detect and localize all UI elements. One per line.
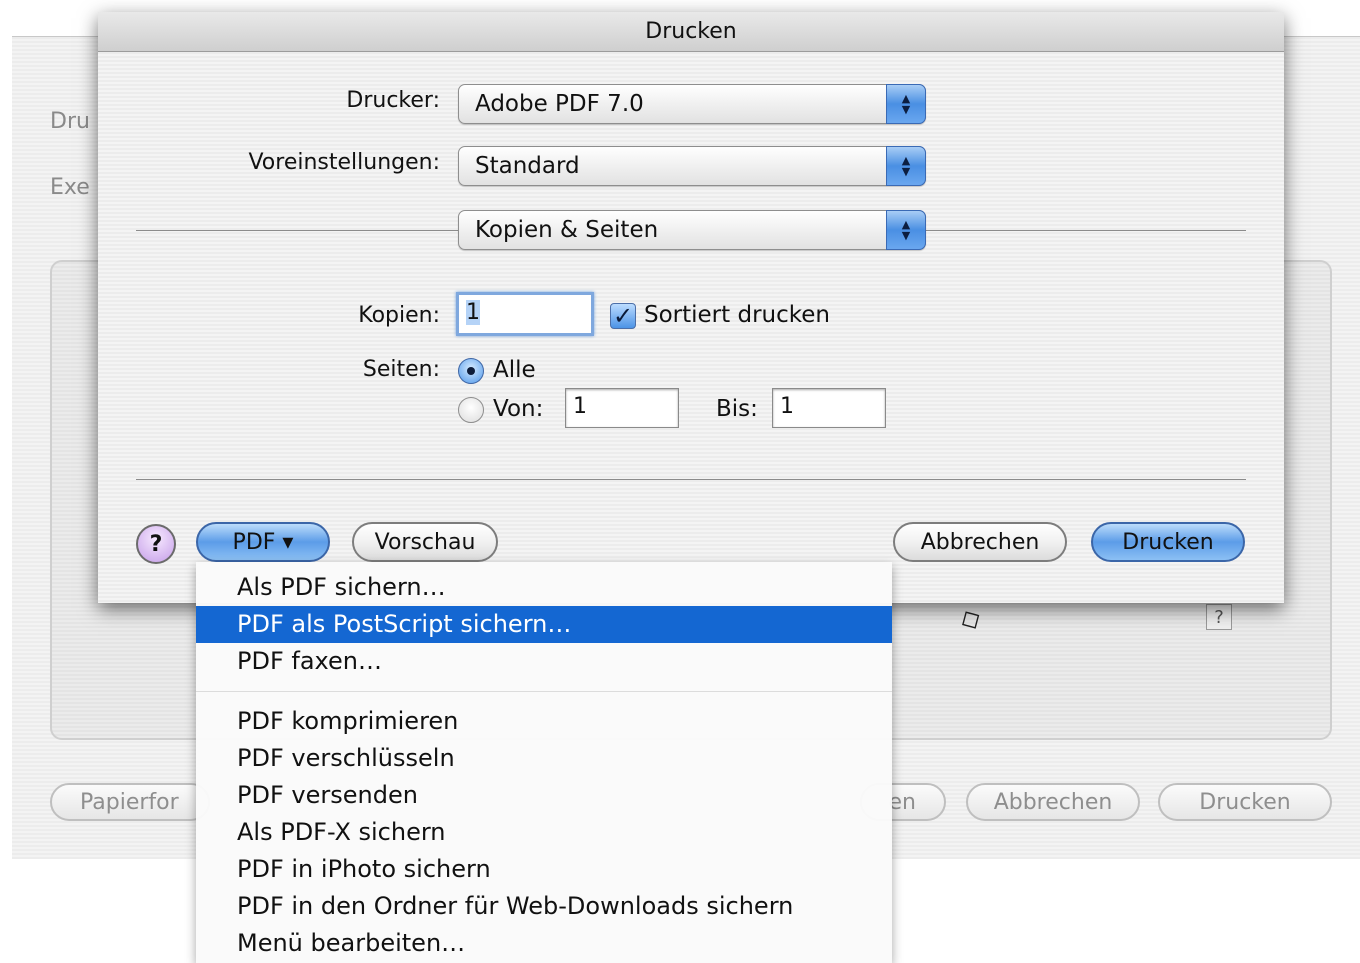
pane-popup-value: Kopien & Seiten xyxy=(475,217,659,243)
pages-to-field[interactable]: 1 xyxy=(772,388,886,428)
copies-label: Kopien: xyxy=(358,303,440,328)
pdf-dropdown-menu: Als PDF sichern… PDF als PostScript sich… xyxy=(196,562,892,963)
collate-checkbox[interactable]: ✓ xyxy=(610,302,636,330)
pages-to-label: Bis: xyxy=(716,396,758,422)
menu-item-encrypt-pdf[interactable]: PDF verschlüsseln xyxy=(196,740,892,777)
menu-separator xyxy=(196,691,892,692)
help-icon: ? xyxy=(149,531,163,557)
pages-to-value: 1 xyxy=(780,394,794,419)
pages-from-field[interactable]: 1 xyxy=(565,388,679,428)
menu-item-save-pdf-to-iphoto[interactable]: PDF in iPhoto sichern xyxy=(196,851,892,888)
pages-all-label: Alle xyxy=(493,357,536,383)
background-label-printer: Dru xyxy=(50,109,90,134)
menu-item-edit-menu[interactable]: Menü bearbeiten… xyxy=(196,925,892,962)
separator-right xyxy=(926,230,1246,231)
background-page-setup-button: Papierfor xyxy=(50,783,210,821)
cancel-button[interactable]: Abbrechen xyxy=(893,522,1067,562)
pages-all-radio[interactable] xyxy=(458,358,484,384)
menu-item-save-as-pdf[interactable]: Als PDF sichern… xyxy=(196,569,892,606)
pages-label: Seiten: xyxy=(362,357,440,382)
menu-item-mail-pdf[interactable]: PDF versenden xyxy=(196,777,892,814)
menu-item-save-as-pdf-x[interactable]: Als PDF-X sichern xyxy=(196,814,892,851)
background-print-button: Drucken xyxy=(1158,783,1332,821)
background-help-icon: ? xyxy=(1206,604,1232,630)
presets-label: Voreinstellungen: xyxy=(248,150,440,175)
pdf-menu-button[interactable]: PDF ▾ xyxy=(196,522,330,562)
menu-item-save-pdf-to-web-downloads[interactable]: PDF in den Ordner für Web-Downloads sich… xyxy=(196,888,892,925)
sheet-title: Drucken xyxy=(645,19,737,44)
printer-popup[interactable]: Adobe PDF 7.0 ▲ ▼ xyxy=(458,84,926,124)
copies-field[interactable]: 1 xyxy=(456,292,594,336)
separator-left xyxy=(136,230,458,231)
pane-popup[interactable]: Kopien & Seiten ▲ ▼ xyxy=(458,210,926,250)
popup-arrows-icon: ▲ ▼ xyxy=(886,146,926,186)
background-label-copies: Exe xyxy=(50,175,90,200)
popup-arrows-icon: ▲ ▼ xyxy=(886,210,926,250)
printer-popup-value: Adobe PDF 7.0 xyxy=(475,91,644,117)
printer-label: Drucker: xyxy=(346,88,440,113)
checkmark-icon: ✓ xyxy=(612,302,634,330)
pages-from-value: 1 xyxy=(573,394,587,419)
pages-range-radio[interactable] xyxy=(458,397,484,423)
presets-popup[interactable]: Standard ▲ ▼ xyxy=(458,146,926,186)
print-button[interactable]: Drucken xyxy=(1091,522,1245,562)
help-button[interactable]: ? xyxy=(136,524,176,564)
menu-item-compress-pdf[interactable]: PDF komprimieren xyxy=(196,703,892,740)
menu-item-save-pdf-as-postscript[interactable]: PDF als PostScript sichern… xyxy=(196,606,892,643)
sheet-titlebar: Drucken xyxy=(98,12,1284,52)
menu-item-fax-pdf[interactable]: PDF faxen… xyxy=(196,643,892,680)
collate-label: Sortiert drucken xyxy=(644,302,830,328)
presets-popup-value: Standard xyxy=(475,153,580,179)
bottom-separator xyxy=(136,479,1246,480)
preview-button[interactable]: Vorschau xyxy=(352,522,498,562)
copies-value: 1 xyxy=(466,300,480,325)
popup-arrows-icon: ▲ ▼ xyxy=(886,84,926,124)
pages-from-label: Von: xyxy=(493,396,544,422)
background-cancel-button: Abbrechen xyxy=(966,783,1140,821)
